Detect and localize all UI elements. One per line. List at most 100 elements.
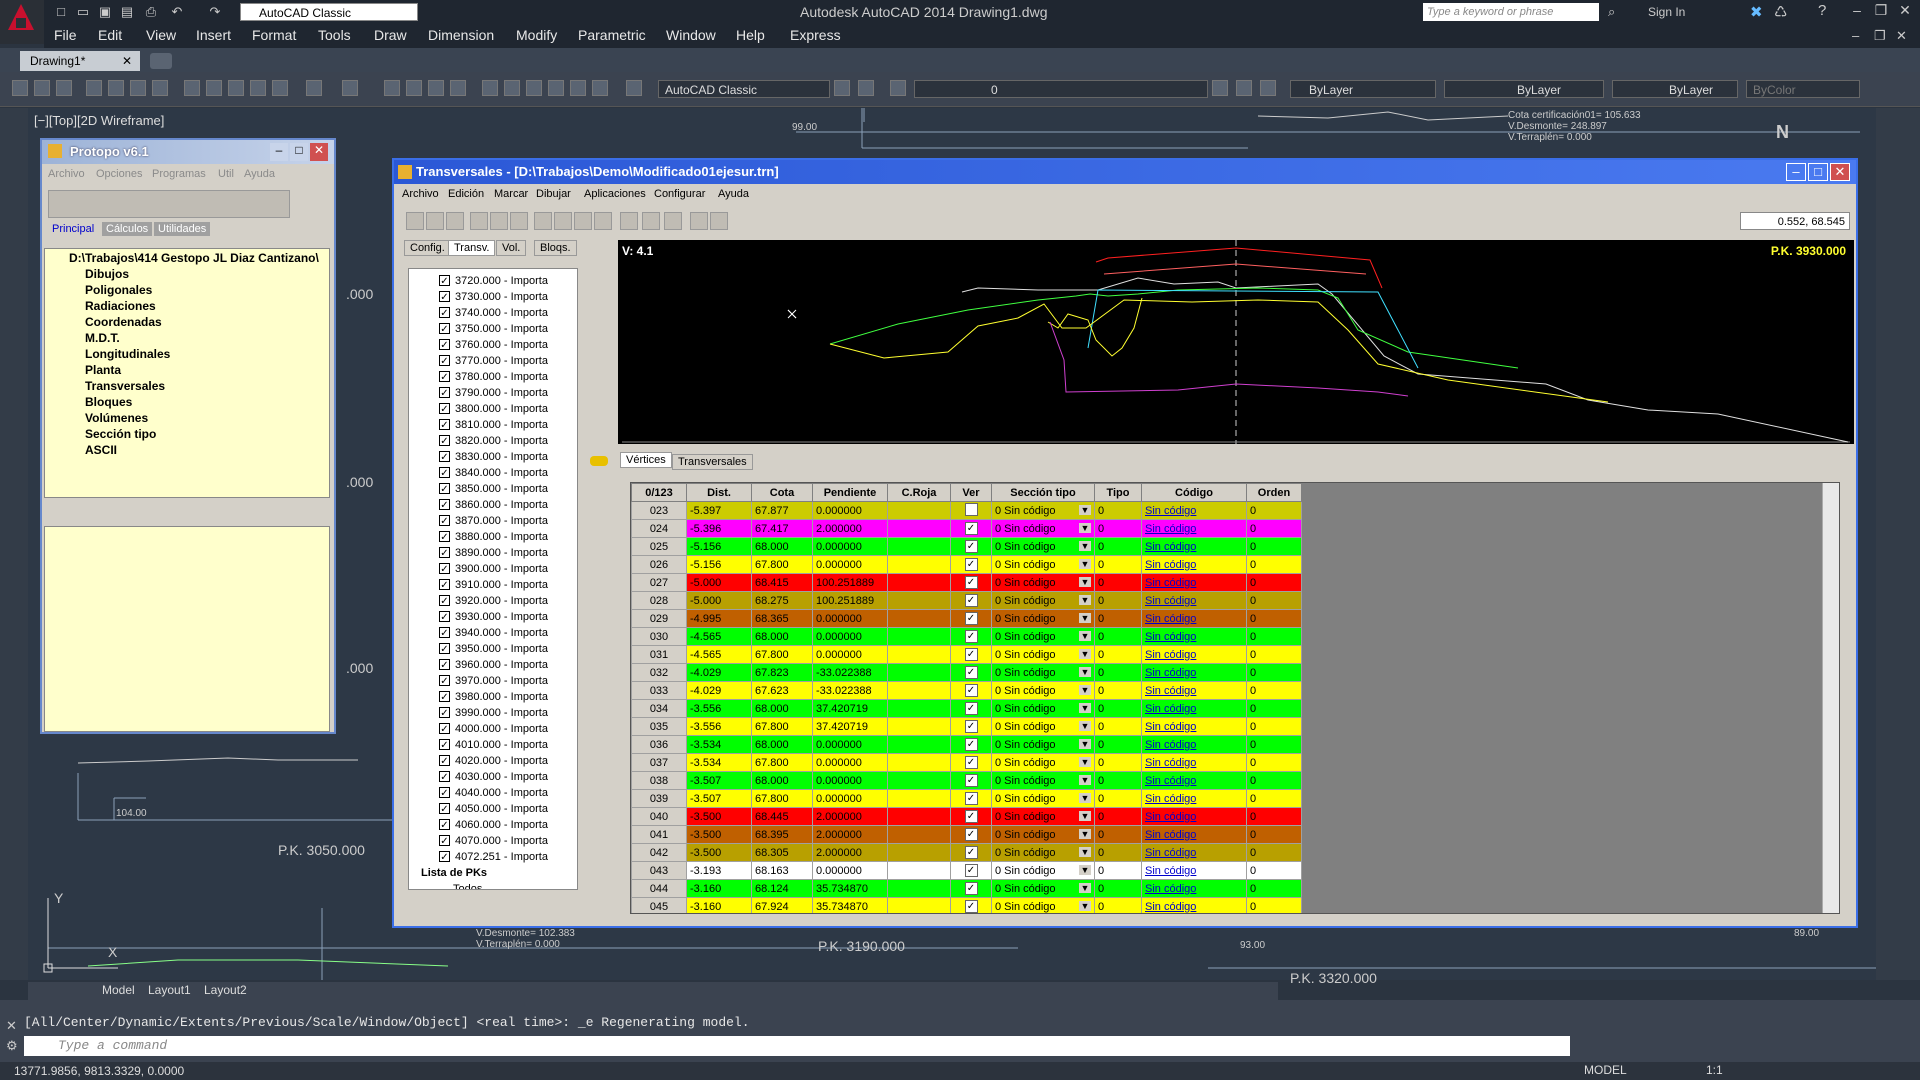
trans-tab-bloqs[interactable]: Bloqs. [534,240,577,256]
pk-list-item[interactable]: ✓ 3760.000 - Importa [409,337,569,353]
cell-orden[interactable]: 0 [1246,825,1302,844]
cell-croja[interactable] [887,717,951,736]
cell-cod[interactable]: Sin código [1141,501,1247,520]
menu-edit[interactable]: Edit [98,27,122,43]
exchange-icon[interactable]: ✖ [1750,3,1763,21]
ver-checkbox[interactable]: ✓ [964,612,978,625]
cell-croja[interactable] [887,645,951,664]
cell-orden[interactable]: 0 [1246,555,1302,574]
cell-pend[interactable]: 2.000000 [812,825,888,844]
ver-checkbox[interactable]: ✓ [964,864,978,877]
pk-checkbox[interactable]: ✓ [439,531,450,543]
cell-tipo[interactable]: 0 [1094,519,1142,538]
cell-cod[interactable]: Sin código [1141,735,1247,754]
cell-tipo[interactable]: 0 [1094,789,1142,808]
cell-n[interactable]: 024 [631,519,687,538]
cell-croja[interactable] [887,879,951,898]
pk-checkbox[interactable]: ✓ [439,835,450,847]
open-icon[interactable]: ▭ [74,3,92,21]
cell-cota[interactable]: 67.877 [751,501,813,520]
table-row[interactable]: 041 -3.500 68.395 2.000000 ✓ 0 Sin código ▼ 0 Si… [631,825,1302,844]
pk-list-item[interactable]: ✓ 4020.000 - Importa [409,753,569,769]
menu-modify[interactable]: Modify [516,27,557,43]
column-header[interactable]: Tipo [1094,483,1142,502]
cell-cod[interactable]: Sin código [1141,681,1247,700]
column-header[interactable]: Ver [950,483,992,502]
document-tab[interactable]: Drawing1* ✕ [20,51,140,71]
tree-node-longitudinales[interactable]: Longitudinales [85,347,170,361]
cell-tipo[interactable]: 0 [1094,861,1142,880]
pk-tree-list[interactable]: ✓ 3720.000 - Importa ✓ 3730.000 - Importa ✓ 3… [408,268,578,890]
table-row[interactable]: 032 -4.029 67.823 -33.022388 ✓ 0 Sin código ▼ 0… [631,663,1302,682]
table-row[interactable]: 033 -4.029 67.623 -33.022388 ✓ 0 Sin código ▼ 0… [631,681,1302,700]
cell-dist[interactable]: -4.565 [686,645,752,664]
chevron-down-icon[interactable]: ▼ [1079,630,1091,641]
table-row[interactable]: 042 -3.500 68.305 2.000000 ✓ 0 Sin código ▼ 0 Si… [631,843,1302,862]
cell-pend[interactable]: 0.000000 [812,627,888,646]
cell-n[interactable]: 029 [631,609,687,628]
cell-dist[interactable]: -5.156 [686,555,752,574]
cell-orden[interactable]: 0 [1246,897,1302,913]
cell-pend[interactable]: 2.000000 [812,519,888,538]
cell-orden[interactable]: 0 [1246,663,1302,682]
search-input[interactable]: Type a keyword or phrase [1423,3,1599,21]
cell-pend[interactable]: 0.000000 [812,753,888,772]
cell-ver[interactable]: ✓ [950,663,992,682]
cell-croja[interactable] [887,897,951,913]
cell-cota[interactable]: 68.000 [751,735,813,754]
tree-node-poligonales[interactable]: Poligonales [85,283,152,297]
cell-sec[interactable]: 0 Sin código ▼ [991,645,1095,664]
ver-checkbox[interactable]: ✓ [964,810,978,823]
ver-checkbox[interactable]: ✓ [964,522,978,535]
tb-preview-icon[interactable] [108,80,124,96]
cell-cod[interactable]: Sin código [1141,825,1247,844]
cell-dist[interactable]: -4.029 [686,663,752,682]
pk-checkbox[interactable]: ✓ [439,499,450,511]
cell-sec[interactable]: 0 Sin código ▼ [991,501,1095,520]
cell-croja[interactable] [887,519,951,538]
table-row[interactable]: 024 -5.396 67.417 2.000000 ✓ 0 Sin código ▼ 0 Si… [631,519,1302,538]
cell-tipo[interactable]: 0 [1094,771,1142,790]
pk-list-item[interactable]: ✓ 3940.000 - Importa [409,625,569,641]
workspace-dropdown[interactable]: AutoCAD Classic [240,3,418,21]
cell-ver[interactable]: ✓ [950,861,992,880]
pk-checkbox[interactable]: ✓ [439,707,450,719]
cell-cota[interactable]: 67.823 [751,663,813,682]
autodesk360-icon[interactable]: ♺ [1774,3,1787,21]
tb-markup-icon[interactable] [570,80,586,96]
minimize-icon[interactable]: – [1846,2,1868,22]
cell-cota[interactable]: 68.395 [751,825,813,844]
menu-dimension[interactable]: Dimension [428,27,494,43]
pk-checkbox[interactable]: ✓ [439,739,450,751]
cell-croja[interactable] [887,861,951,880]
menu-draw[interactable]: Draw [374,27,407,43]
cell-cota[interactable]: 68.445 [751,807,813,826]
cell-croja[interactable] [887,663,951,682]
cell-sec[interactable]: 0 Sin código ▼ [991,627,1095,646]
cell-pend[interactable]: 2.000000 [812,843,888,862]
column-header[interactable]: Dist. [686,483,752,502]
pk-list-item[interactable]: ✓ 3960.000 - Importa [409,657,569,673]
pk-list-todos[interactable]: Todos [453,881,577,889]
tree-node-bloques[interactable]: Bloques [85,395,132,409]
pk-list-item[interactable]: ✓ 3860.000 - Importa [409,497,569,513]
cell-tipo[interactable]: 0 [1094,807,1142,826]
chevron-down-icon[interactable]: ▼ [1079,882,1091,893]
cell-cod[interactable]: Sin código [1141,879,1247,898]
cell-dist[interactable]: -3.500 [686,807,752,826]
ver-checkbox[interactable]: ✓ [964,738,978,751]
cell-n[interactable]: 030 [631,627,687,646]
trans-copy-icon[interactable] [554,212,572,230]
trans-prev-icon[interactable] [690,212,708,230]
menu-help[interactable]: Help [736,27,765,43]
tab-model[interactable]: Model [102,983,135,997]
trans-menu-marcar[interactable]: Marcar [494,188,528,200]
color-dropdown[interactable]: ByLayer [1290,80,1436,98]
table-row[interactable]: 025 -5.156 68.000 0.000000 ✓ 0 Sin código ▼ 0 Si… [631,537,1302,556]
cell-pend[interactable]: 37.420719 [812,699,888,718]
cell-dist[interactable]: -3.500 [686,825,752,844]
cell-pend[interactable]: 0.000000 [812,537,888,556]
pk-list-item[interactable]: ✓ 3980.000 - Importa [409,689,569,705]
pk-list-item[interactable]: ✓ 3890.000 - Importa [409,545,569,561]
cell-ver[interactable]: ✓ [950,771,992,790]
